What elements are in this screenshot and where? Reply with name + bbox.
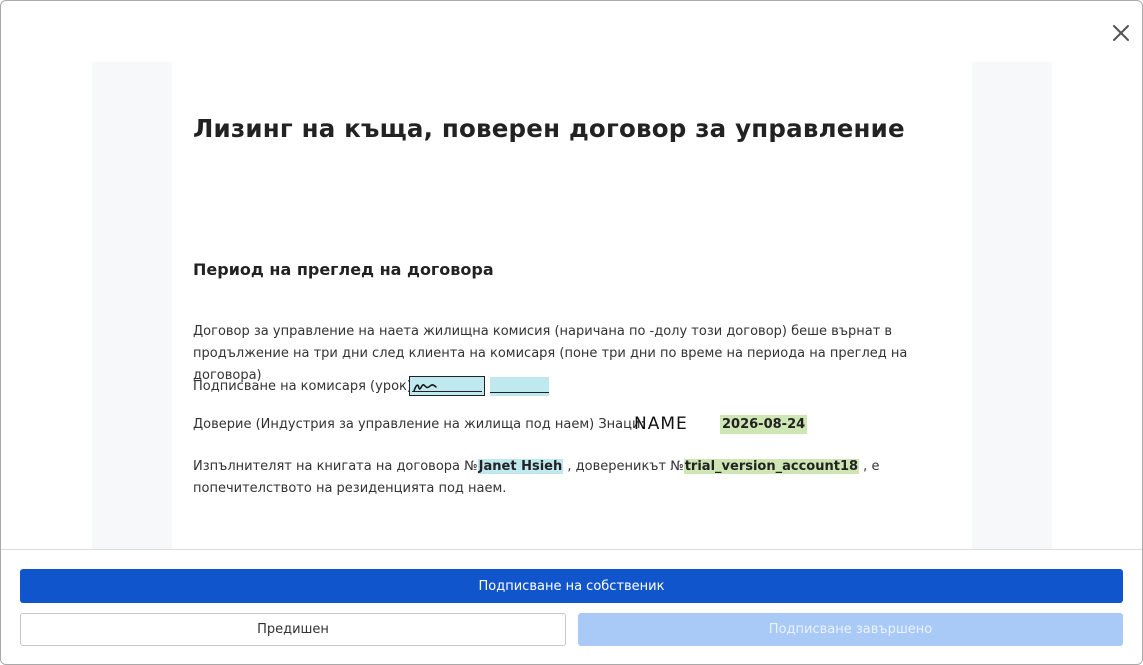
executor-paragraph: Изпълнителят на книгата на договора №Jan… bbox=[193, 456, 953, 500]
document-page: Лизинг на къща, поверен договор за управ… bbox=[172, 62, 972, 549]
section-title: Период на преглед на договора bbox=[193, 260, 494, 279]
signing-complete-button[interactable]: Подписване завършено bbox=[578, 613, 1123, 646]
executor-prefix-text: Изпълнителят на книгата на договора № bbox=[193, 459, 478, 474]
close-icon bbox=[1113, 25, 1129, 41]
commissioner-date-field[interactable] bbox=[490, 377, 549, 396]
executor-name-field[interactable]: Janet Hsieh bbox=[477, 459, 564, 474]
trustee-text: , довереникът № bbox=[563, 459, 684, 474]
owner-sign-button[interactable]: Подписване на собственик bbox=[20, 569, 1123, 603]
trustee-account-field[interactable]: trial_version_account18 bbox=[683, 459, 860, 474]
trust-date-field[interactable]: 2026-08-24 bbox=[720, 415, 808, 434]
commissioner-sign-label: Подписване на комисаря (урок): bbox=[193, 379, 417, 394]
signing-dialog: Лизинг на къща, поверен договор за управ… bbox=[0, 0, 1143, 665]
document-viewer[interactable]: Лизинг на къща, поверен договор за управ… bbox=[92, 62, 1052, 549]
document-title: Лизинг на къща, поверен договор за управ… bbox=[193, 114, 905, 143]
trust-signature: NAME bbox=[634, 414, 688, 434]
commissioner-signature-field[interactable] bbox=[409, 376, 485, 396]
trust-sign-label: Доверие (Индустрия за управление на жили… bbox=[193, 417, 645, 432]
handwritten-signature-icon bbox=[413, 383, 437, 392]
dialog-footer: Подписване на собственик Предишен Подпис… bbox=[1, 549, 1142, 664]
close-button[interactable] bbox=[1109, 21, 1133, 45]
previous-button[interactable]: Предишен bbox=[20, 613, 566, 646]
